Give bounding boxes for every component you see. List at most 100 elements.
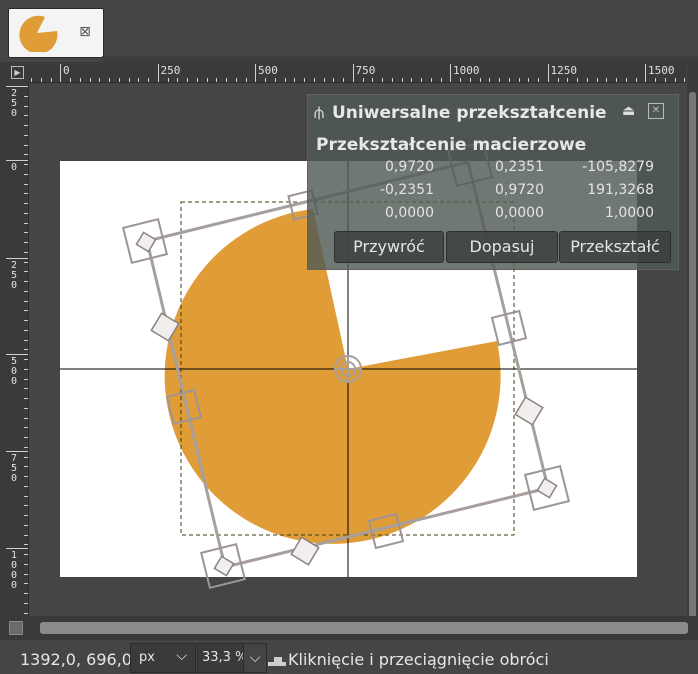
ruler-tick [674,78,676,82]
pivot-handle[interactable] [334,355,362,383]
matrix-cell: 0,0000 [495,205,544,221]
vertical-ruler[interactable]: 250 0 250 500 750 1000 [0,82,29,616]
ruler-major-tick [6,86,28,87]
ruler-tick [616,78,617,82]
ruler-tick [382,78,383,82]
ruler-tick [24,495,28,497]
ruler-tick [586,78,588,82]
chevron-down-icon[interactable]: ⌵ [243,644,266,672]
pointer-coordinates: 1392,0, 696,0 [20,650,132,669]
ruler-tick [421,78,422,82]
pin-icon[interactable]: ⏏ [622,103,635,119]
ruler-tick [625,78,627,82]
ruler-tick [24,602,28,604]
ruler-label: 250 [10,88,18,119]
ruler-label: 750 [10,453,18,484]
ruler-tick [24,310,28,312]
ruler-tick [24,164,28,165]
ruler-tick [343,78,344,82]
matrix-heading: Przekształcenie macierzowe [316,135,587,155]
ruler-tick [333,78,335,82]
ruler-tick [24,329,28,331]
ruler-major-tick [352,64,354,82]
ruler-tick [24,524,28,526]
ruler-tick [206,78,208,82]
ruler-major-tick [645,64,646,82]
menu-arrow-icon: ▶ [11,66,24,79]
ruler-tick [372,78,374,82]
ruler-label: 250 [160,64,181,77]
ruler-tick [274,78,276,82]
ruler-tick [294,78,296,82]
zoom-select[interactable]: 33,3 % ⌵ [197,643,267,673]
transform-button[interactable]: Przekształć [559,231,671,263]
close-dialog-icon[interactable]: ✕ [648,103,664,119]
ruler-label: 0 [10,162,18,173]
matrix-cell: 191,3268 [587,182,654,198]
ruler-tick [304,78,305,82]
readjust-button[interactable]: Dopasuj [446,231,558,263]
ruler-tick [167,78,169,82]
matrix-cell: 0,9720 [385,159,434,175]
ruler-tick [40,78,42,82]
ruler-label: 500 [258,64,278,77]
ruler-tick [391,78,393,82]
vertical-scrollbar[interactable] [687,62,698,652]
ruler-tick [577,78,578,82]
ruler-tick [557,78,559,82]
ruler-tick [401,78,403,82]
ruler-tick [24,125,28,126]
transform-tool-icon [268,657,286,666]
status-bar: 1392,0, 696,0 px ⌵ 33,3 % ⌵ Kliknięcie i p… [0,640,698,674]
ruler-tick [245,78,247,82]
ruler-tick [24,232,28,234]
ruler-tick [128,78,130,82]
ruler-tick [24,154,28,156]
ruler-tick [24,281,28,282]
horizontal-scroll-thumb[interactable] [40,622,688,634]
image-tab[interactable]: ⊠ [8,8,104,58]
ruler-tick [187,78,188,82]
vertical-scroll-thumb[interactable] [689,92,696,652]
ruler-label: 500 [10,356,18,387]
ruler-tick [24,427,28,429]
ruler-tick [655,78,656,82]
matrix-cell: 0,0000 [385,205,434,221]
quick-mask-toggle[interactable]: ▶ [0,62,28,82]
unit-value: px [139,650,155,665]
matrix-cell: -105,8279 [582,159,654,175]
dialog-title: ⫛ Uniwersalne przekształcenie [314,103,607,123]
ruler-tick [499,78,500,82]
ruler-tick [24,485,28,487]
ruler-tick [24,573,28,575]
ruler-tick [518,78,520,82]
horizontal-scrollbar[interactable] [0,616,698,640]
unit-select[interactable]: px ⌵ [130,643,196,673]
ruler-tick [24,193,28,195]
ruler-tick [118,78,120,82]
reset-button[interactable]: Przywróć [334,231,444,263]
ruler-tick [24,183,28,185]
ruler-tick [24,563,28,565]
ruler-label: 750 [355,64,376,77]
dialog-title-text: Uniwersalne przekształcenie [332,103,607,123]
ruler-tick [24,368,28,370]
ruler-tick [24,261,28,263]
close-tab-icon[interactable]: ⊠ [77,24,93,40]
navigate-icon[interactable] [9,621,23,635]
ruler-tick [24,456,28,458]
ruler-tick [31,78,32,82]
ruler-major-tick [547,64,549,82]
ruler-tick [24,95,28,97]
ruler-tick [24,554,28,555]
ruler-tick [440,78,442,82]
ruler-tick [216,78,218,82]
ruler-major-tick [6,160,28,161]
ruler-tick [24,534,28,536]
ruler-major-tick [6,451,28,452]
transform-tool-icon: ⫛ [314,103,325,123]
ruler-tick [196,78,198,82]
horizontal-ruler[interactable]: 0 250 500 750 1000 1250 1500 [28,62,686,83]
ruler-tick [489,78,491,82]
matrix-cell: 0,9720 [495,182,544,198]
